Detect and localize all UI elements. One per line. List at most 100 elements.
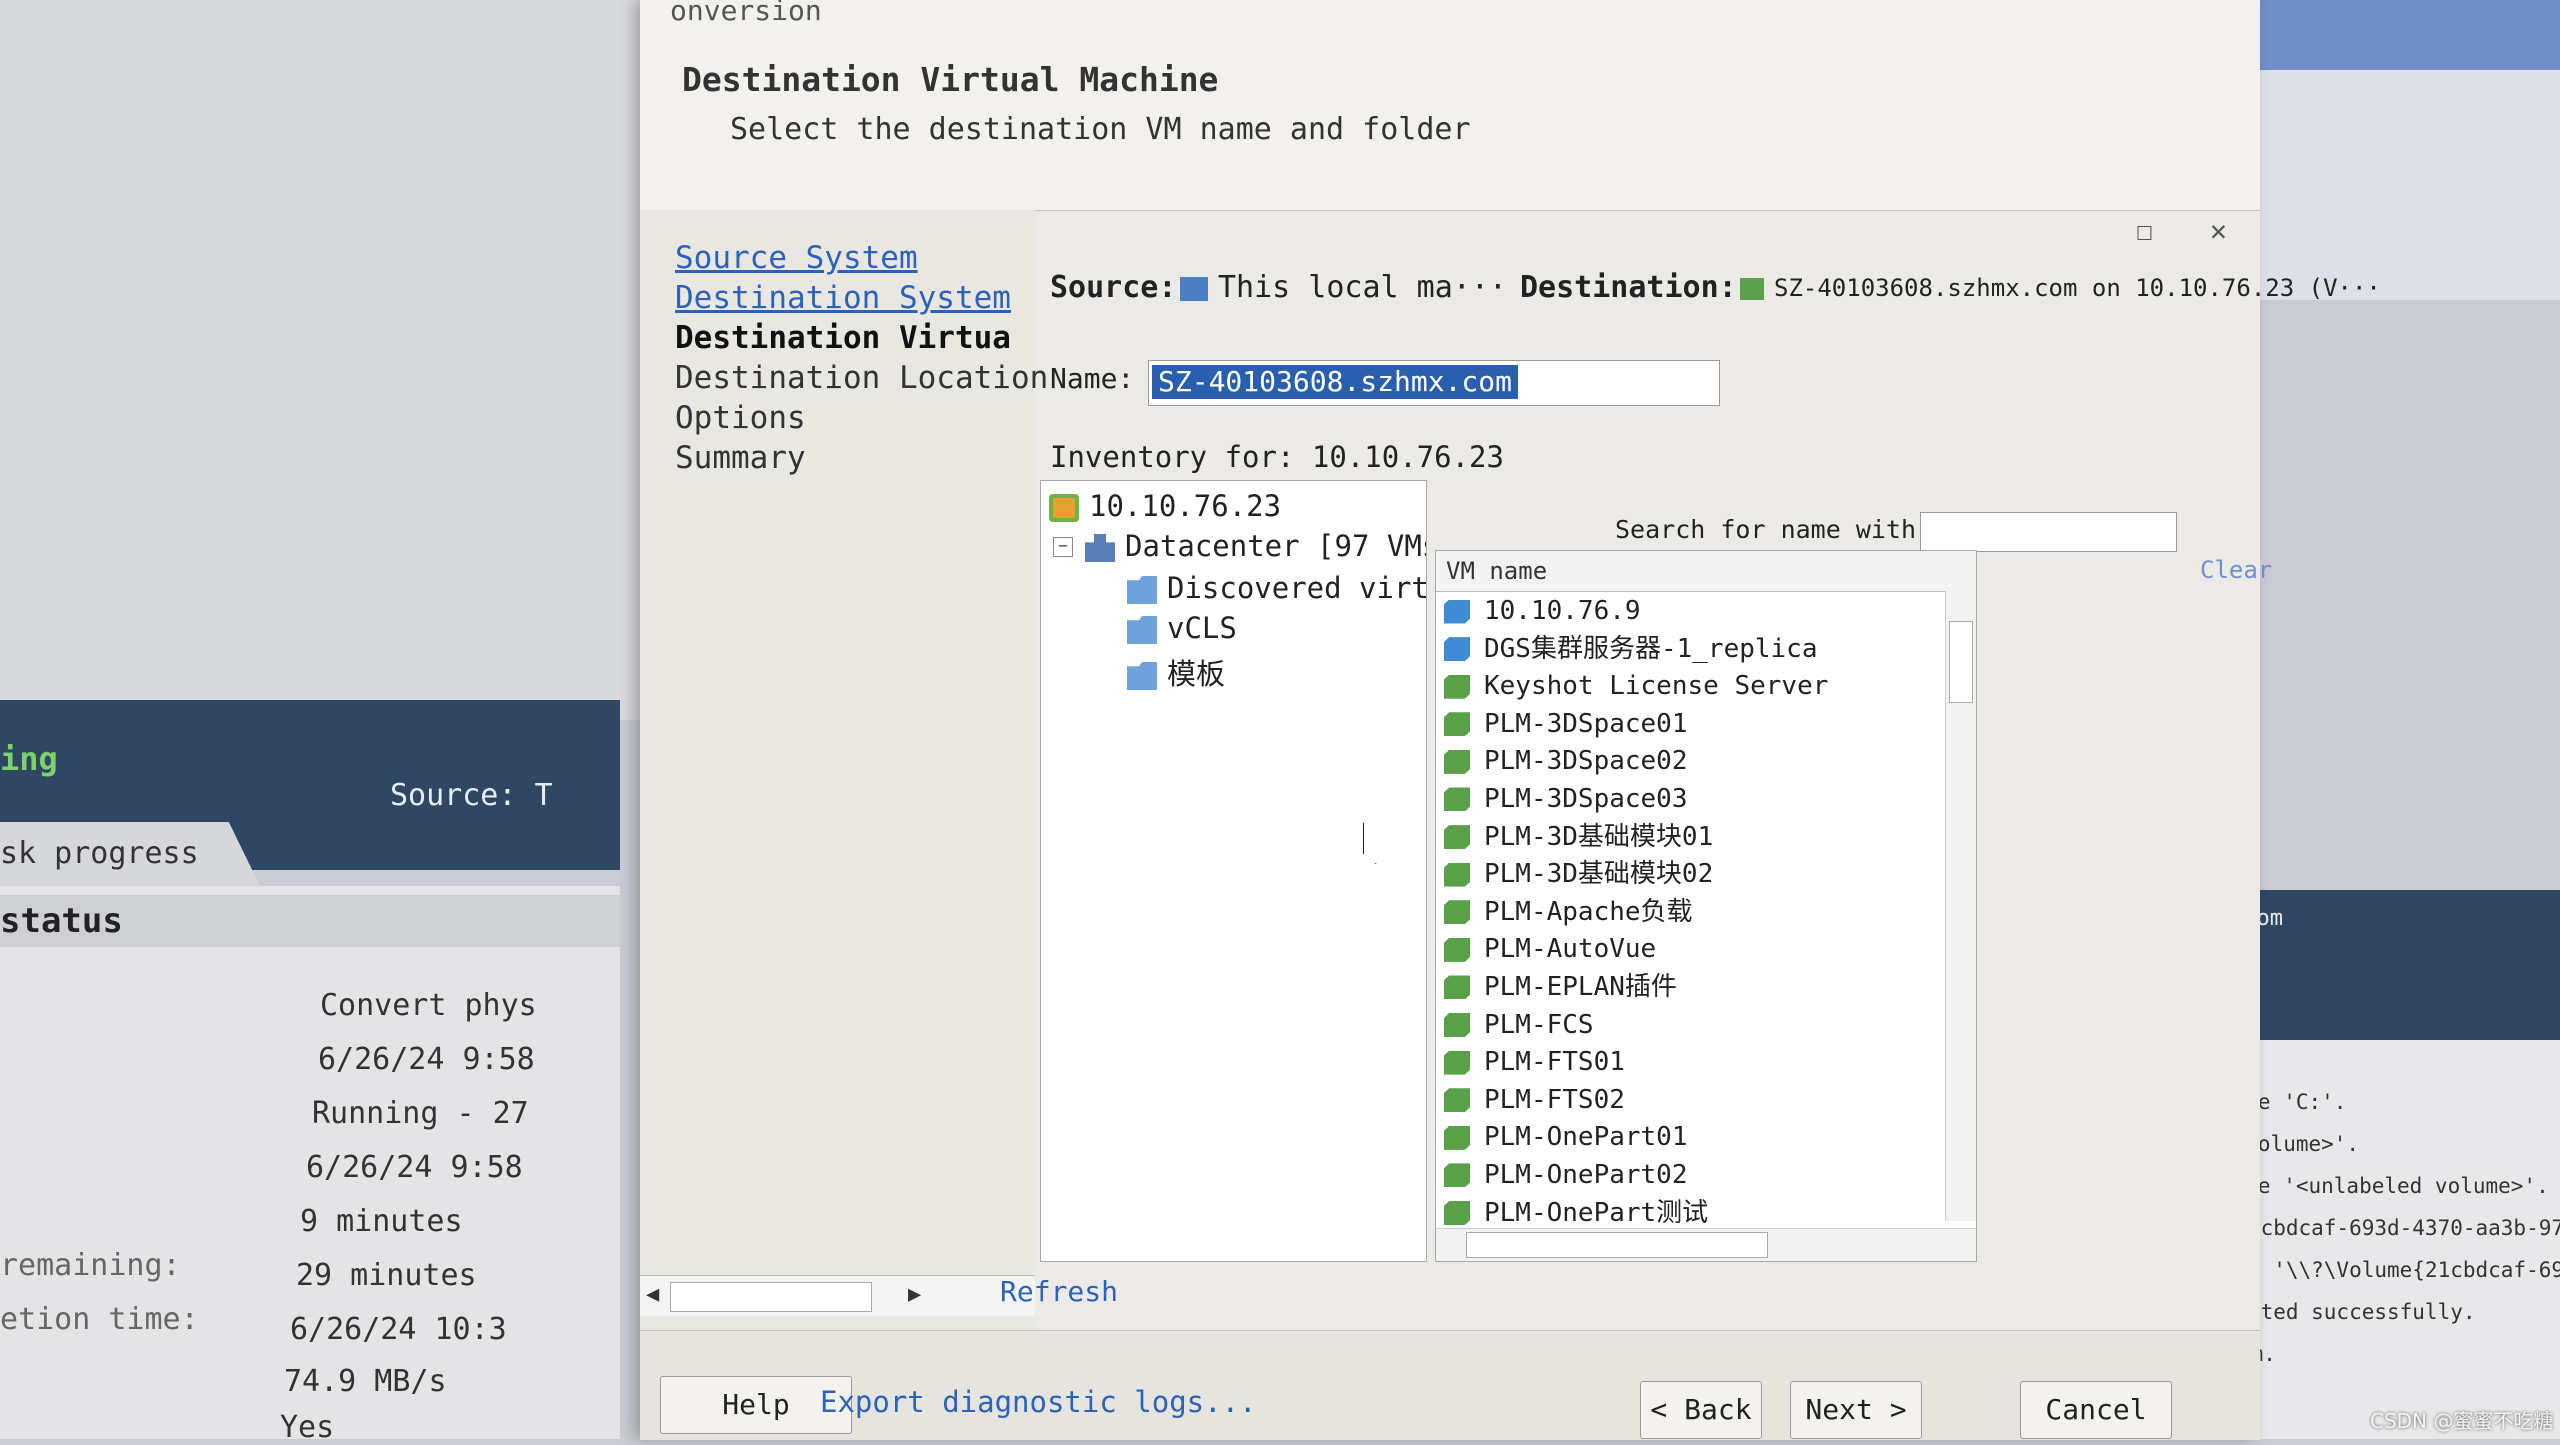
vm-icon — [1444, 825, 1470, 850]
vm-name-text: PLM-3D基础模块01 — [1484, 821, 1714, 852]
status-value: 6/26/24 9:58 — [306, 1150, 523, 1185]
clear-search-link[interactable]: Clear — [2200, 556, 2272, 584]
maximize-icon[interactable]: ☐ — [2136, 214, 2153, 247]
source-value: This local ma··· — [1180, 270, 1507, 305]
tree-item-label: 模板 — [1167, 657, 1226, 691]
tree-item-label: 10.10.76.23 — [1089, 489, 1282, 523]
conversion-wizard: onversion Destination Virtual Machine Se… — [640, 0, 2381, 1440]
vm-name-text: PLM-OnePart测试 — [1484, 1197, 1709, 1228]
vm-name-column-header[interactable]: VM name — [1436, 551, 1976, 592]
vm-name-text: PLM-3DSpace03 — [1484, 783, 1688, 814]
scroll-right-icon[interactable]: ▶ — [908, 1282, 921, 1307]
nav-step-source-system[interactable]: Source System — [675, 240, 918, 276]
vm-list-horizontal-scrollbar[interactable] — [1436, 1228, 1976, 1261]
task-progress-tab[interactable]: sk progress — [0, 822, 260, 886]
vm-list-row[interactable]: PLM-3DSpace02 — [1436, 743, 1941, 781]
source-label: Source: — [1050, 270, 1177, 305]
vm-list-row[interactable]: PLM-Apache负载 — [1436, 894, 1941, 932]
vm-icon — [1444, 674, 1470, 699]
nav-step-destination-virtual-machine: Destination Virtua — [675, 320, 1011, 356]
cancel-button[interactable]: Cancel — [2020, 1381, 2172, 1439]
task-progress-tab-label: sk progress — [0, 836, 199, 871]
vm-icon — [1444, 712, 1470, 737]
vm-name-text: PLM-Apache负载 — [1484, 896, 1693, 927]
vm-icon — [1444, 900, 1470, 925]
vm-name-text: PLM-AutoVue — [1484, 934, 1657, 965]
nav-step-summary: Summary — [675, 440, 806, 476]
tree-item-label: Discovered virtual machine — [1167, 571, 1426, 605]
vm-list-table[interactable]: VM name 10.10.76.9 DGS集群服务器-1_replica Keys… — [1435, 550, 1977, 1262]
tree-item-folder[interactable]: Discovered virtual machine — [1127, 571, 1426, 605]
back-button[interactable]: < Back — [1640, 1381, 1762, 1439]
vm-list-row[interactable]: PLM-3D基础模块02 — [1436, 856, 1941, 894]
vm-list-row[interactable]: PLM-OnePart02 — [1436, 1157, 1941, 1195]
vm-icon — [1444, 787, 1470, 812]
source-value-text: This local ma··· — [1218, 270, 1507, 305]
inventory-tree[interactable]: 10.10.76.23 − Datacenter [97 VMs] Discov… — [1040, 480, 1427, 1262]
computer-icon — [1180, 276, 1208, 301]
vm-list-row[interactable]: DGS集群服务器-1_replica — [1436, 631, 1941, 669]
scrollbar-thumb[interactable] — [1949, 621, 1973, 703]
tree-item-host[interactable]: 10.10.76.23 — [1049, 489, 1281, 523]
vm-list-vertical-scrollbar[interactable] — [1945, 591, 1976, 1221]
vm-list-row[interactable]: 10.10.76.9 — [1436, 593, 1941, 631]
nav-horizontal-scrollbar[interactable]: ◀ ▶ — [640, 1275, 1035, 1316]
folder-icon — [1127, 576, 1157, 604]
log-line: lume '\\?\Volume{21cbdcaf-693d- — [2210, 1258, 2560, 1282]
vm-list-row[interactable]: PLM-FTS01 — [1436, 1044, 1941, 1082]
name-label: Name: — [1050, 362, 1135, 395]
vm-list-row[interactable]: PLM-OnePart测试 — [1436, 1195, 1941, 1233]
wizard-header: onversion Destination Virtual Machine Se… — [640, 0, 2260, 211]
export-diagnostic-logs-link[interactable]: Export diagnostic logs... — [820, 1385, 1257, 1419]
tree-item-folder[interactable]: 模板 — [1127, 651, 1225, 693]
vm-icon — [1444, 1050, 1470, 1075]
vm-list-row[interactable]: Keyshot License Server — [1436, 668, 1941, 706]
source-label: Source: T — [390, 778, 553, 813]
scroll-left-icon[interactable]: ◀ — [646, 1282, 659, 1307]
vm-name-text: PLM-FCS — [1484, 1009, 1594, 1040]
vm-icon — [1444, 937, 1470, 962]
folder-icon — [1127, 662, 1157, 690]
vm-list-row[interactable]: PLM-OnePart01 — [1436, 1119, 1941, 1157]
nav-step-destination-system[interactable]: Destination System — [675, 280, 1011, 316]
scrollbar-thumb[interactable] — [670, 1282, 872, 1312]
vm-name-text: Keyshot License Server — [1484, 671, 1829, 702]
refresh-link[interactable]: Refresh — [1000, 1275, 1118, 1308]
vm-name-text: 10.10.76.9 — [1484, 596, 1641, 626]
vm-icon — [1444, 637, 1470, 662]
scrollbar-thumb[interactable] — [1466, 1232, 1768, 1258]
background-panel — [0, 0, 700, 720]
vm-name-text: PLM-3D基础模块02 — [1484, 859, 1714, 890]
vm-icon — [1444, 749, 1470, 774]
close-icon[interactable]: ✕ — [2210, 214, 2227, 247]
vm-name-input[interactable]: SZ-40103608.szhmx.com — [1148, 360, 1720, 406]
search-name-input[interactable] — [1920, 512, 2177, 552]
vm-list-row[interactable]: PLM-3D基础模块01 — [1436, 819, 1941, 857]
vm-list-row[interactable]: PLM-EPLAN插件 — [1436, 969, 1941, 1007]
status-value: Convert phys — [320, 988, 537, 1023]
tree-collapse-icon[interactable]: − — [1053, 537, 1073, 557]
status-value: 6/26/24 9:58 — [318, 1042, 535, 1077]
vm-icon — [1444, 1088, 1470, 1113]
vm-name-text: PLM-FTS02 — [1484, 1084, 1625, 1115]
vm-name-text: PLM-3DSpace01 — [1484, 708, 1688, 739]
vm-list-row[interactable]: PLM-AutoVue — [1436, 931, 1941, 969]
window-title: onversion — [670, 0, 822, 27]
destination-label: Destination: — [1520, 270, 1737, 305]
vm-list-row[interactable]: PLM-FCS — [1436, 1007, 1941, 1045]
tree-item-folder[interactable]: vCLS — [1127, 611, 1237, 645]
next-button[interactable]: Next > — [1790, 1381, 1922, 1439]
vm-name-value: SZ-40103608.szhmx.com — [1152, 365, 1519, 399]
vm-name-text: PLM-EPLAN插件 — [1484, 971, 1677, 1002]
vm-list-row[interactable]: PLM-3DSpace01 — [1436, 706, 1941, 744]
page-title: Destination Virtual Machine — [682, 60, 1219, 99]
inventory-label: Inventory for: 10.10.76.23 — [1050, 440, 1504, 474]
vm-name-text: PLM-FTS01 — [1484, 1047, 1625, 1078]
vm-icon — [1444, 862, 1470, 887]
status-value: Yes — [280, 1410, 335, 1445]
vm-icon — [1740, 278, 1764, 300]
vm-list-row[interactable]: PLM-FTS02 — [1436, 1082, 1941, 1120]
tree-item-datacenter[interactable]: Datacenter [97 VMs] — [1085, 529, 1426, 563]
vm-list-row[interactable]: PLM-3DSpace03 — [1436, 781, 1941, 819]
vm-name-text: PLM-OnePart02 — [1484, 1159, 1688, 1190]
